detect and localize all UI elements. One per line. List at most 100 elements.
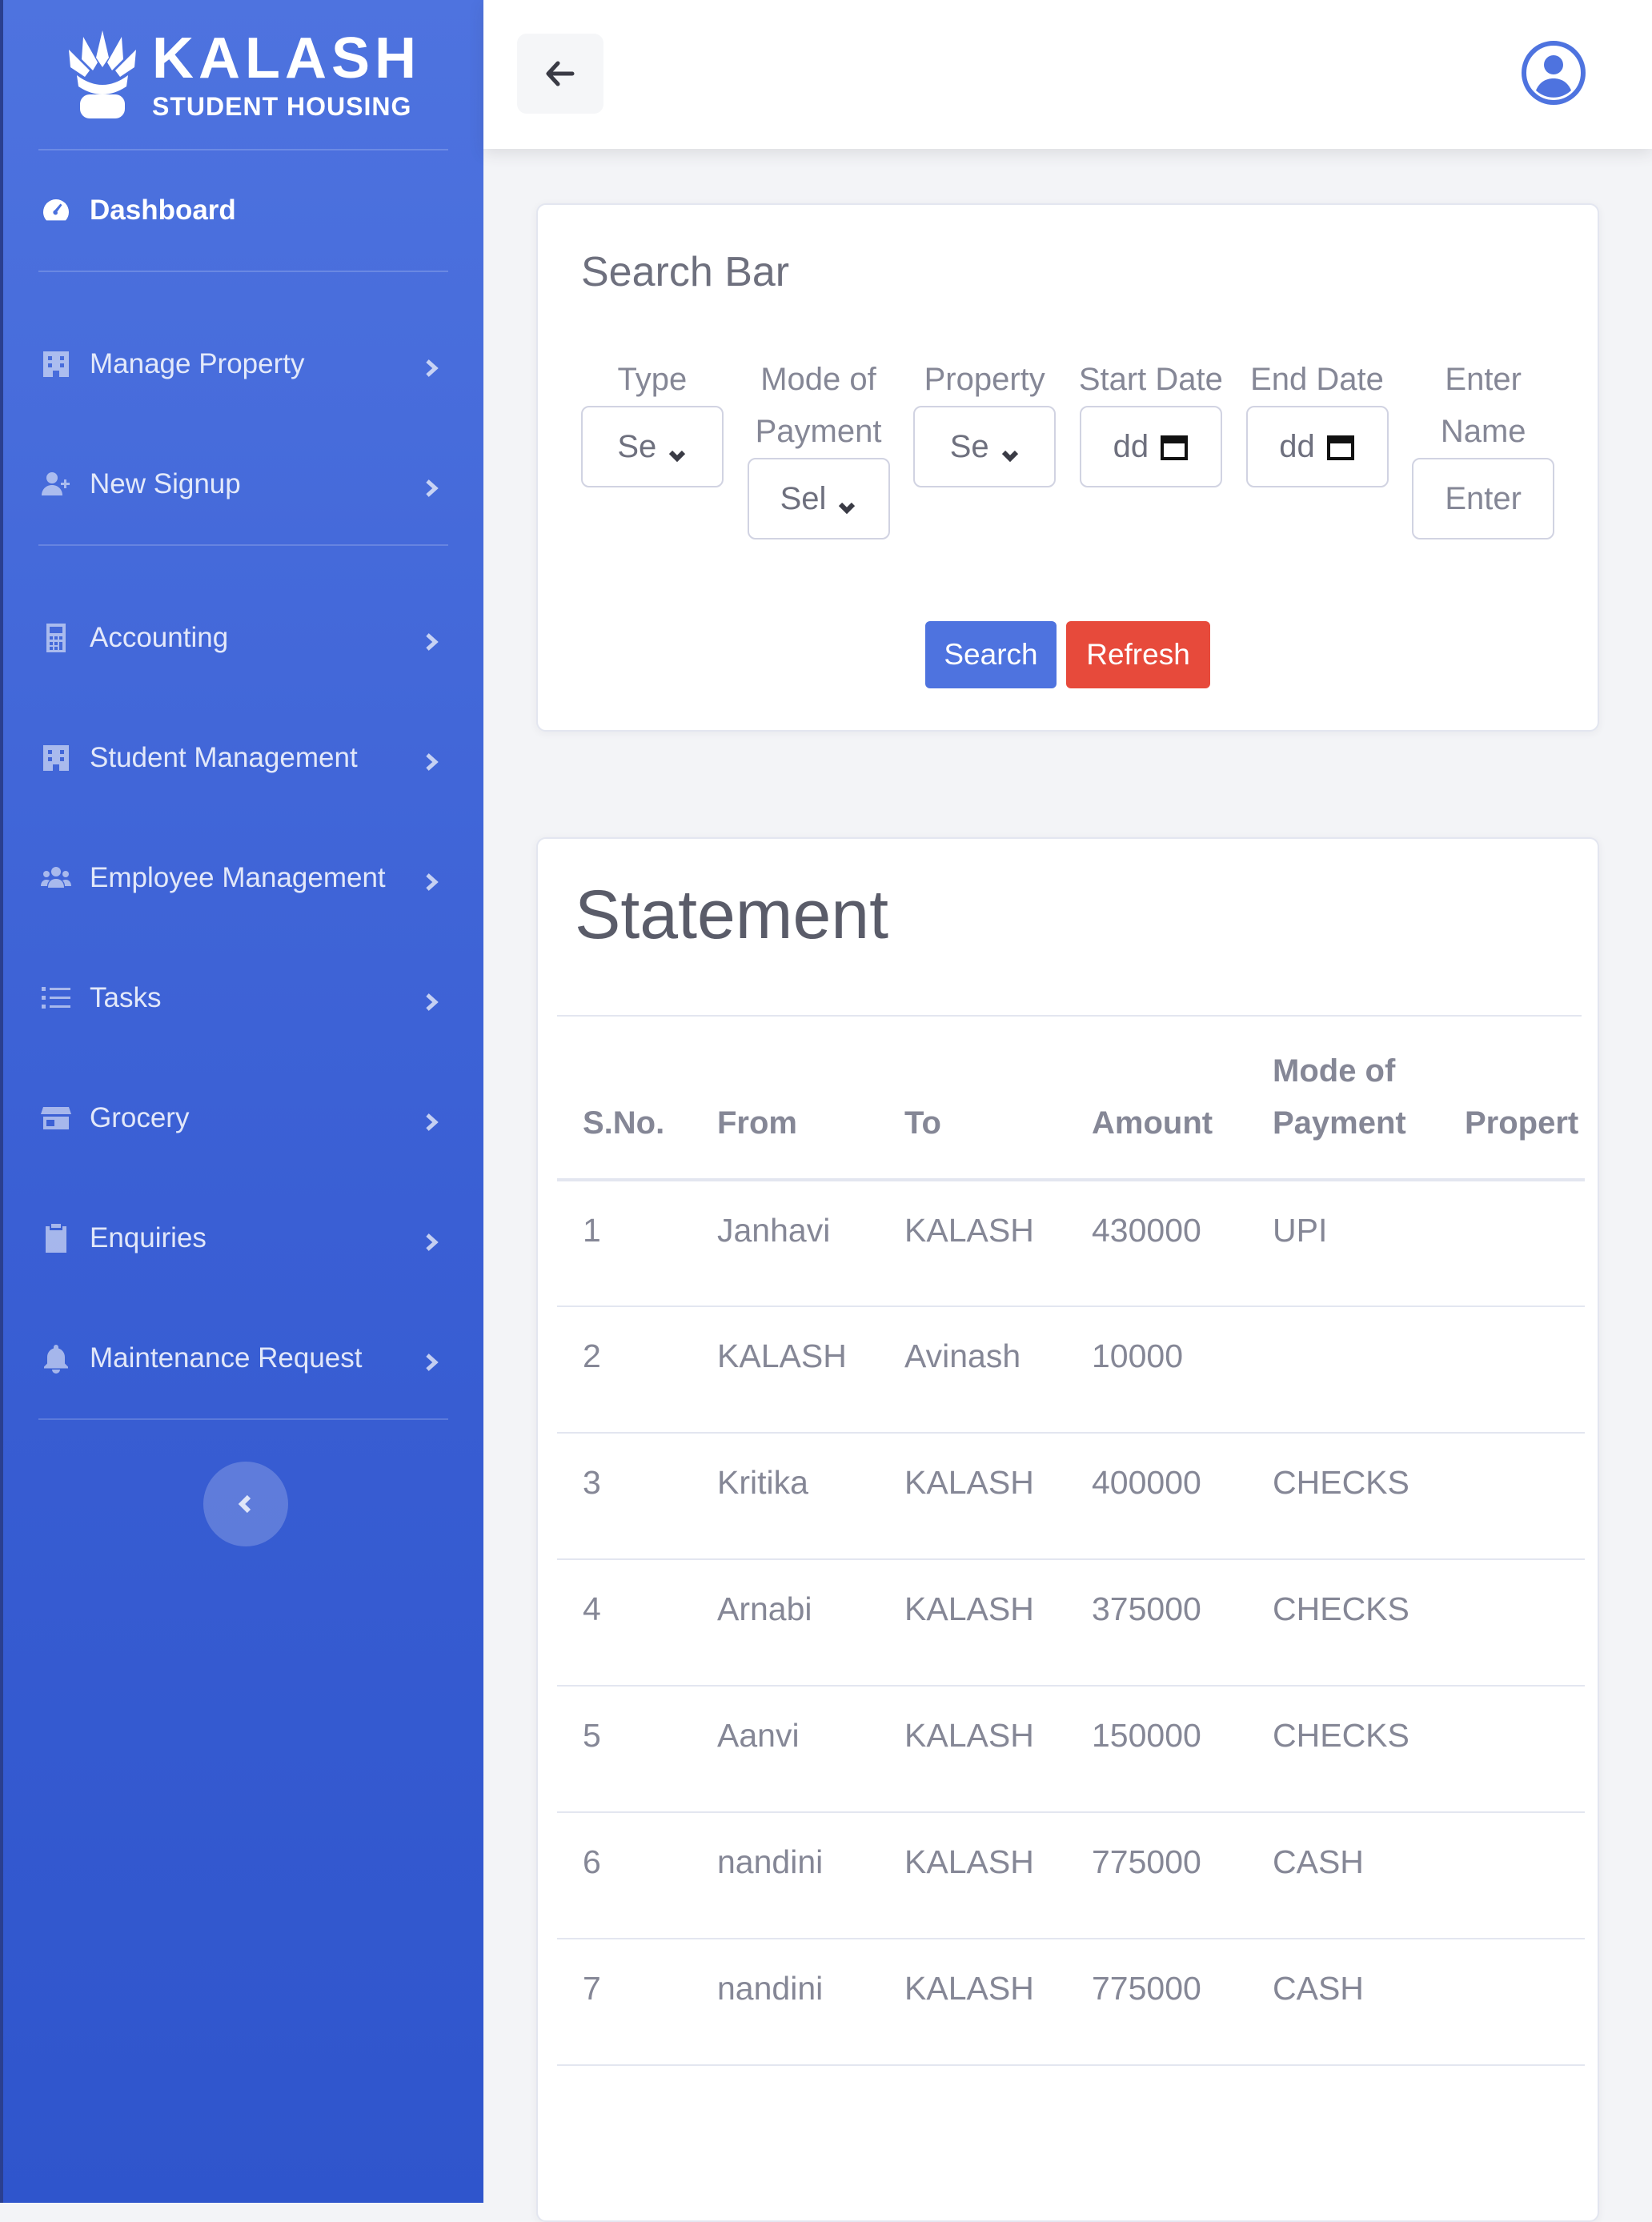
- sidebar-item-label: Enquiries: [90, 1222, 206, 1253]
- cell-property: [1439, 1559, 1585, 1687]
- sidebar-divider: [38, 1418, 448, 1420]
- cell-mode-of-payment: [1247, 1306, 1439, 1434]
- cell-sno: 6: [557, 1812, 692, 1939]
- sidebar-item-label: Dashboard: [90, 195, 236, 226]
- cell-property: [1439, 1686, 1585, 1813]
- refresh-button[interactable]: Refresh: [1066, 621, 1210, 688]
- cell-from: Arnabi: [692, 1559, 879, 1687]
- building-icon: [38, 347, 74, 382]
- cell-property: [1439, 1306, 1585, 1434]
- brand[interactable]: KALASH STUDENT HOUSING: [38, 0, 448, 149]
- sidebar-item-label: Tasks: [90, 982, 162, 1013]
- sidebar-item-dashboard[interactable]: Dashboard: [38, 150, 448, 271]
- chevron-left-icon: [238, 1494, 251, 1514]
- cell-from: KALASH: [692, 1306, 879, 1434]
- cell-amount: 400000: [1066, 1433, 1247, 1560]
- cell-to: KALASH: [879, 1812, 1066, 1939]
- cell-amount: 375000: [1066, 1559, 1247, 1687]
- sidebar-item-label: Student Management: [90, 742, 358, 773]
- chevron-right-icon: [421, 1108, 442, 1131]
- sidebar-item-tasks[interactable]: Tasks: [38, 938, 448, 1058]
- cell-property: [1439, 1180, 1585, 1307]
- select-value: Sel: [780, 480, 827, 516]
- sidebar-item-maintenance-request[interactable]: Maintenance Request: [38, 1298, 448, 1418]
- sidebar-item-label: Employee Management: [90, 862, 386, 893]
- mode-of-payment-select[interactable]: Sel: [747, 458, 890, 539]
- clipboard-icon: [38, 1221, 74, 1256]
- calendar-icon[interactable]: [1160, 432, 1189, 461]
- filter-start-date: Start Date dd: [1078, 354, 1224, 539]
- sidebar-item-grocery[interactable]: Grocery: [38, 1058, 448, 1178]
- select-value: Se: [617, 428, 657, 464]
- cell-property: [1439, 1812, 1585, 1939]
- filter-label: Start Date: [1078, 362, 1223, 397]
- cell-sno: 3: [557, 1433, 692, 1560]
- cell-property: [1439, 1433, 1585, 1560]
- search-card-title: Search Bar: [581, 249, 790, 295]
- sidebar-item-label: Manage Property: [90, 348, 305, 379]
- sidebar-item-manage-property[interactable]: Manage Property: [38, 304, 448, 424]
- cell-from: nandini: [692, 1939, 879, 2066]
- arrow-left-icon: [546, 61, 575, 86]
- sidebar-item-label: Grocery: [90, 1102, 190, 1133]
- table-row: 5 Aanvi KALASH 150000 CHECKS: [557, 1686, 1585, 1813]
- property-select[interactable]: Se: [913, 406, 1057, 487]
- name-placeholder: Enter: [1445, 480, 1522, 516]
- statement-table: S.No. From To Amount Mode of Payment Pro…: [557, 1045, 1585, 2066]
- sidebar-item-student-management[interactable]: Student Management: [38, 698, 448, 818]
- sidebar-item-enquiries[interactable]: Enquiries: [38, 1178, 448, 1298]
- cell-sno: 1: [557, 1180, 692, 1307]
- cell-amount: 775000: [1066, 1812, 1247, 1939]
- chevron-down-icon: [668, 437, 687, 463]
- column-header-property: Propert: [1439, 1045, 1585, 1181]
- start-date-input[interactable]: dd: [1079, 406, 1222, 487]
- gauge-icon: [38, 193, 74, 228]
- cell-amount: 150000: [1066, 1686, 1247, 1813]
- sidebar-toggle-button[interactable]: [203, 1462, 288, 1546]
- sidebar-item-new-signup[interactable]: New Signup: [38, 424, 448, 544]
- table-row: 3 Kritika KALASH 400000 CHECKS: [557, 1433, 1585, 1560]
- end-date-input[interactable]: dd: [1245, 406, 1389, 487]
- cell-mode-of-payment: CASH: [1247, 1812, 1439, 1939]
- filter-label: Type: [617, 362, 688, 397]
- calendar-icon[interactable]: [1326, 432, 1355, 461]
- filter-property: Property Se: [912, 354, 1057, 539]
- sidebar-item-employee-management[interactable]: Employee Management: [38, 818, 448, 938]
- sidebar: KALASH STUDENT HOUSING Dashboard Manage …: [0, 0, 483, 2203]
- table-row: 6 nandini KALASH 775000 CASH: [557, 1812, 1585, 1939]
- cell-from: Janhavi: [692, 1180, 879, 1307]
- table-row: 1 Janhavi KALASH 430000 UPI: [557, 1180, 1585, 1307]
- filter-label: End Date: [1250, 362, 1384, 397]
- lotus-logo-icon: [69, 30, 136, 118]
- chevron-right-icon: [421, 354, 442, 377]
- search-card: Search Bar Type Se Mode of Payment Sel P…: [536, 203, 1599, 732]
- chevron-right-icon: [421, 868, 442, 891]
- filter-end-date: End Date dd: [1245, 354, 1390, 539]
- cell-from: Kritika: [692, 1433, 879, 1560]
- chevron-right-icon: [421, 988, 442, 1011]
- statement-divider: [557, 1015, 1582, 1017]
- cell-sno: 2: [557, 1306, 692, 1434]
- statement-card: Statement S.No. From To Amount Mode of P…: [536, 837, 1599, 2222]
- cell-to: KALASH: [879, 1559, 1066, 1687]
- chevron-right-icon: [421, 628, 442, 651]
- sidebar-item-accounting[interactable]: Accounting: [38, 578, 448, 698]
- type-select[interactable]: Se: [580, 406, 724, 487]
- date-value: dd: [1279, 428, 1315, 464]
- cell-mode-of-payment: CASH: [1247, 1939, 1439, 2066]
- chevron-down-icon: [837, 489, 856, 515]
- search-button[interactable]: Search: [925, 621, 1057, 688]
- building-icon: [38, 740, 74, 776]
- cell-sno: 4: [557, 1559, 692, 1687]
- list-icon: [38, 981, 74, 1016]
- date-value: dd: [1113, 428, 1149, 464]
- user-profile-button[interactable]: [1521, 40, 1586, 106]
- filter-label: Property: [924, 362, 1045, 397]
- search-actions: Search Refresh: [925, 621, 1210, 688]
- table-row: 7 nandini KALASH 775000 CASH: [557, 1939, 1585, 2066]
- back-button[interactable]: [517, 34, 603, 114]
- name-input[interactable]: Enter: [1412, 458, 1555, 539]
- cell-mode-of-payment: CHECKS: [1247, 1686, 1439, 1813]
- select-value: Se: [949, 428, 989, 464]
- cell-mode-of-payment: CHECKS: [1247, 1559, 1439, 1687]
